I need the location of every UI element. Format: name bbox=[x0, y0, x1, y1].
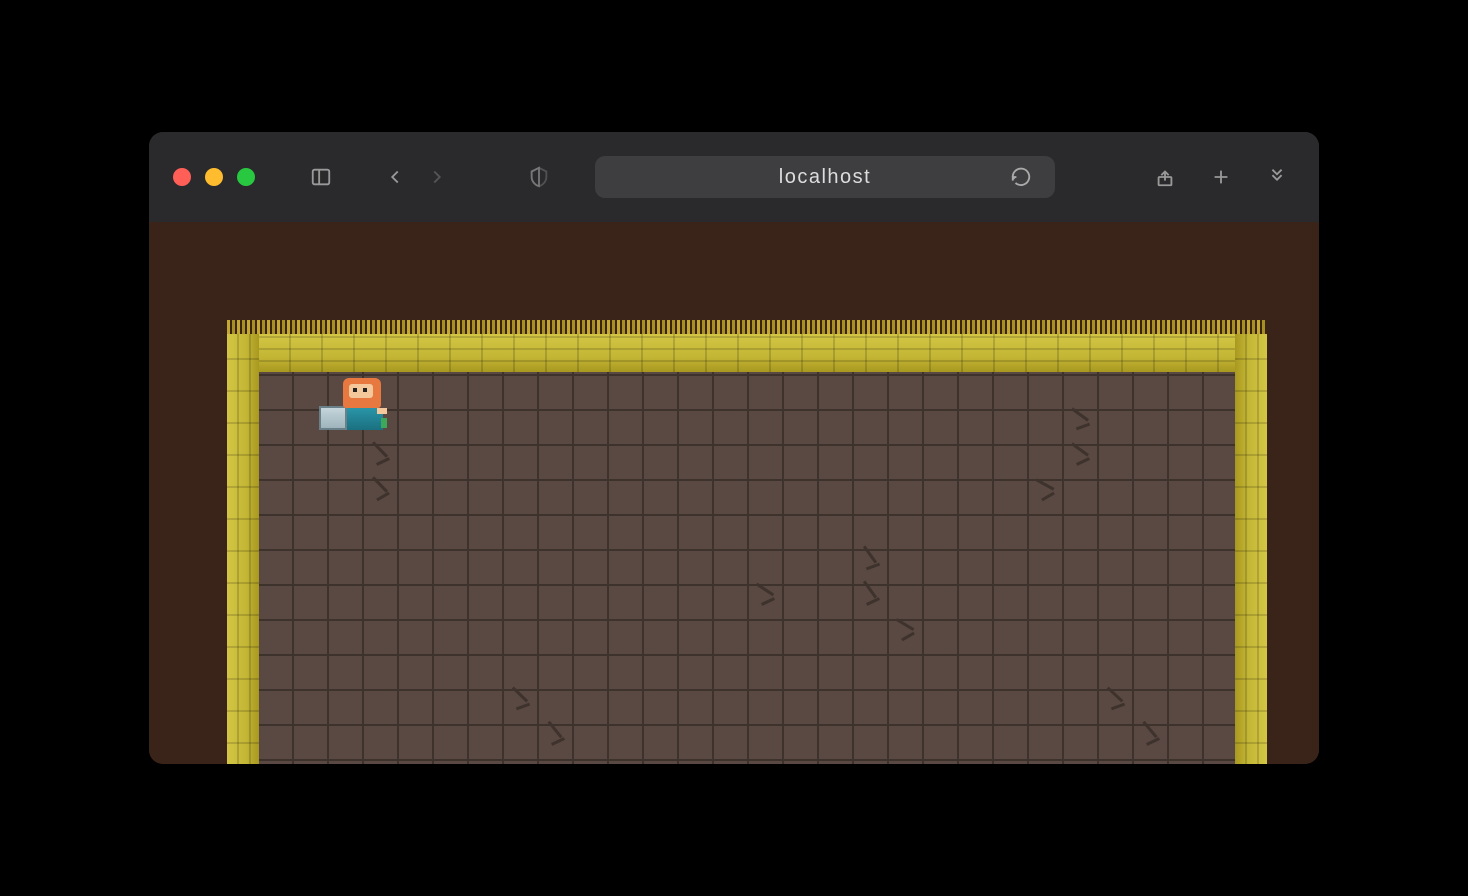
floor-crack bbox=[901, 632, 915, 642]
game-map bbox=[227, 334, 1267, 764]
floor-crack bbox=[372, 476, 388, 492]
floor-crack bbox=[512, 686, 528, 702]
floor-crack bbox=[1071, 407, 1089, 421]
floor-crack bbox=[863, 581, 877, 599]
forward-button[interactable] bbox=[419, 159, 455, 195]
character-arm bbox=[377, 408, 387, 414]
reload-button[interactable] bbox=[1003, 159, 1039, 195]
floor-crack bbox=[1071, 442, 1089, 456]
floor-crack bbox=[863, 546, 877, 564]
floor-crack bbox=[372, 441, 388, 457]
floor-crack bbox=[1111, 703, 1125, 711]
right-toolbar bbox=[1147, 159, 1295, 195]
minimize-window-button[interactable] bbox=[205, 168, 223, 186]
game-viewport[interactable] bbox=[149, 222, 1319, 764]
shop-item bbox=[381, 418, 387, 428]
close-window-button[interactable] bbox=[173, 168, 191, 186]
wall-left bbox=[227, 334, 259, 764]
floor-crack bbox=[1146, 737, 1160, 746]
wall-right bbox=[1235, 334, 1267, 764]
floor-crack bbox=[1036, 478, 1055, 490]
wall-top-edge bbox=[227, 320, 1267, 334]
floor-crack bbox=[516, 703, 530, 711]
floor-crack bbox=[1142, 721, 1157, 738]
floor-crack bbox=[756, 583, 774, 596]
window-controls bbox=[173, 168, 255, 186]
character-eyes bbox=[353, 388, 357, 392]
maximize-window-button[interactable] bbox=[237, 168, 255, 186]
wall-top bbox=[227, 334, 1267, 372]
floor-crack bbox=[1041, 492, 1055, 502]
back-button[interactable] bbox=[377, 159, 413, 195]
nav-controls bbox=[377, 159, 455, 195]
floor-crack bbox=[551, 737, 565, 746]
floor-crack bbox=[548, 721, 563, 738]
shield-icon[interactable] bbox=[521, 159, 557, 195]
floor-crack bbox=[1076, 423, 1090, 431]
shopkeeper-sprite bbox=[319, 378, 391, 430]
sidebar-toggle-button[interactable] bbox=[303, 159, 339, 195]
floor-crack bbox=[896, 618, 915, 631]
shop-counter bbox=[319, 406, 347, 430]
floor-crack bbox=[1076, 457, 1090, 466]
floor-tiles bbox=[259, 372, 1235, 764]
share-button[interactable] bbox=[1147, 159, 1183, 195]
new-tab-button[interactable] bbox=[1203, 159, 1239, 195]
floor-crack bbox=[376, 492, 390, 502]
browser-titlebar: localhost bbox=[149, 132, 1319, 222]
floor-crack bbox=[866, 597, 880, 606]
floor-crack bbox=[866, 563, 880, 571]
address-bar[interactable]: localhost bbox=[595, 156, 1055, 198]
floor-crack bbox=[376, 457, 390, 466]
browser-window: localhost bbox=[149, 132, 1319, 764]
floor-crack bbox=[1107, 687, 1124, 703]
overflow-menu-button[interactable] bbox=[1259, 159, 1295, 195]
url-text: localhost bbox=[779, 166, 871, 189]
floor-crack bbox=[761, 597, 775, 606]
